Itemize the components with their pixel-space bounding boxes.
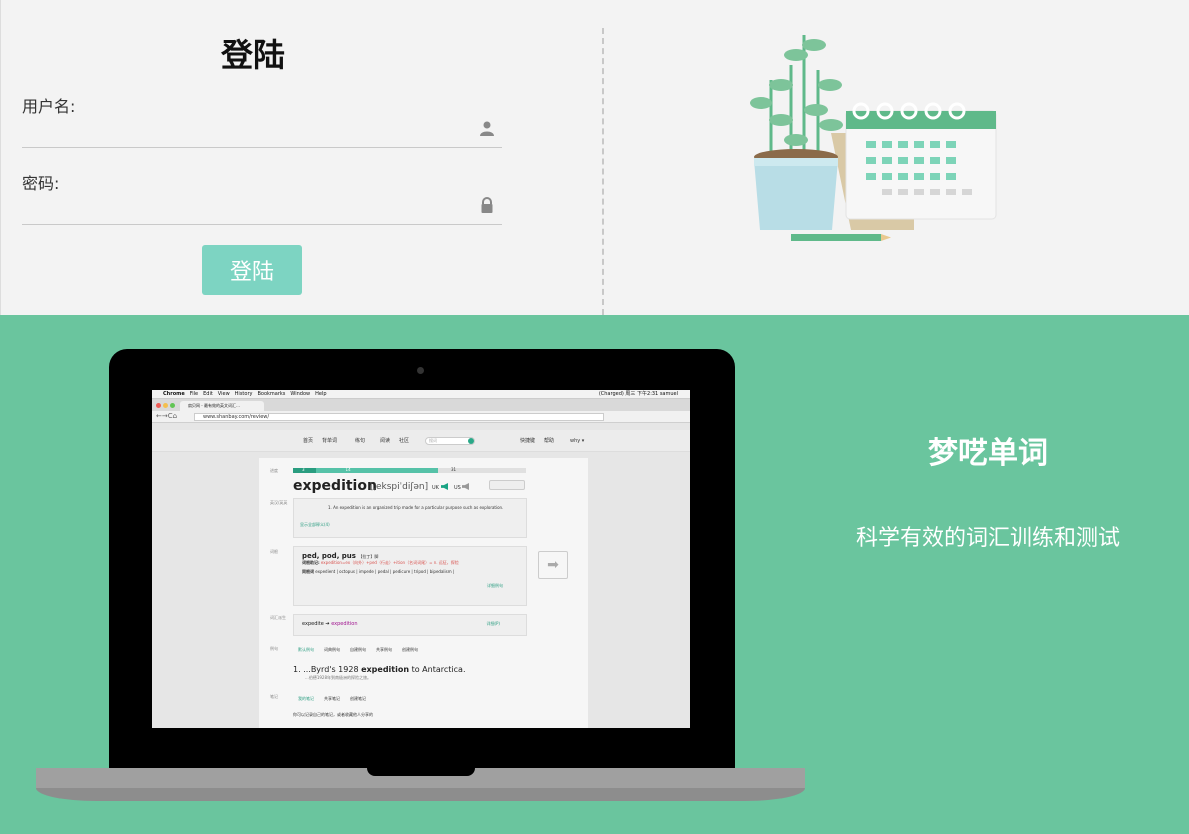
site-nav-item: 社区 xyxy=(399,438,410,444)
menubar-item: View xyxy=(217,391,230,397)
nav-arrows-icon: ←→C⌂ xyxy=(156,412,178,420)
progress-current: 14 xyxy=(315,467,439,473)
password-label: 密码: xyxy=(22,174,60,193)
note-tabs: 我的笔记 共享笔记 创建笔记 xyxy=(298,696,376,702)
menubar-item: History xyxy=(234,391,253,397)
example-word: expedition xyxy=(361,665,410,674)
site-nav-right: why ▾ xyxy=(570,438,585,444)
word-tools xyxy=(489,480,525,490)
login-button[interactable]: 登陆 xyxy=(202,245,302,295)
derivation-arrow-icon: ➔ xyxy=(325,621,330,627)
close-window-icon xyxy=(156,403,161,408)
same-root-words: expedient | octopus | impede | pedal | p… xyxy=(315,569,455,574)
site-nav-item: 阅读 xyxy=(380,438,391,444)
derivation-detail: 详细(P) xyxy=(486,621,500,626)
memo-label: 词根助记: xyxy=(302,560,320,565)
derivation-side-label: 词汇派生 xyxy=(270,615,286,620)
example-tab: 词典例句 xyxy=(324,647,340,652)
phonetic: [ˌekspiˈdiʃən] xyxy=(370,482,429,492)
example-tab: 共享例句 xyxy=(376,647,392,652)
definition-box: 1. An expedition is an organized trip ma… xyxy=(293,498,527,538)
example-sentence: 1. ...Byrd's 1928 expedition to Antarcti… xyxy=(293,665,465,674)
progress-bar: 3 14 31 xyxy=(293,467,526,473)
menubar-item: Window xyxy=(290,391,311,397)
example-tab: 创建例句 xyxy=(402,647,418,652)
menubar-item: Bookmarks xyxy=(257,391,286,397)
derivation-box: expedite ➔ expedition 详细(P) xyxy=(293,614,527,636)
menubar-item: Chrome xyxy=(163,391,185,397)
site-nav-item: 练句 xyxy=(355,438,366,444)
password-underline xyxy=(22,224,502,225)
definition-text: An expedition is an organized trip made … xyxy=(333,505,504,510)
next-word-button: ➡ xyxy=(538,551,568,579)
menubar-item: Edit xyxy=(203,391,213,397)
menubar-item: Help xyxy=(315,391,327,397)
app-tagline: 科学有效的词汇训练和测试 xyxy=(855,526,1120,551)
app-title: 梦呓单词 xyxy=(928,436,1048,471)
root-head: ped, pod, pus 【拉丁】脚 xyxy=(302,552,379,560)
section-divider xyxy=(602,28,604,315)
progress-total-num: 31 xyxy=(451,467,457,472)
progress-label: 进度 xyxy=(270,468,278,473)
url-field: www.shanbay.com/review/ xyxy=(194,413,604,421)
lock-icon xyxy=(481,197,493,213)
username-label: 用户名: xyxy=(22,97,76,116)
example-tab: 默认例句 xyxy=(298,647,314,652)
site-search-icon xyxy=(468,438,474,444)
laptop-notch xyxy=(367,768,475,776)
definition-side-label: 英汉/英英 xyxy=(270,500,288,505)
note-tab: 我的笔记 xyxy=(298,696,314,701)
username-underline xyxy=(22,147,502,148)
menubar-item: File xyxy=(189,391,199,397)
roots-side-label: 词根 xyxy=(270,549,278,554)
site-nav-item: 首页 xyxy=(303,438,314,444)
accent-us: US xyxy=(454,485,461,491)
site-nav: 首页 背单词 练句 阅读 社区 搜词 快捷键 帮助 why ▾ xyxy=(152,430,690,452)
browser-tabbar: 扇贝网 - 最有效的英文词汇… xyxy=(152,399,690,411)
review-word: expedition xyxy=(293,478,377,494)
derivation-to: expedition xyxy=(331,621,358,627)
maximize-window-icon xyxy=(170,403,175,408)
notes-side-label: 笔记 xyxy=(270,694,278,699)
username-input[interactable] xyxy=(22,117,472,143)
same-root-label: 同根词 xyxy=(302,569,314,574)
definition-number: 1. xyxy=(328,505,332,510)
derivation-from: expedite xyxy=(302,621,324,627)
plant-calendar-illustration xyxy=(750,35,997,241)
roots-box: ped, pod, pus 【拉丁】脚 词根助记: expedition=ex（… xyxy=(293,546,527,606)
memo-text: expedition=ex（向外）+ped（行走）+ition（名词词尾）= n… xyxy=(320,560,459,565)
example-translation: ...伯德1928年到南极洲的探险之旅。 xyxy=(305,675,371,680)
login-section: 登陆 用户名: 密码: 登陆 xyxy=(0,0,1189,315)
example-tab: 自建例句 xyxy=(350,647,366,652)
laptop-camera xyxy=(417,367,424,374)
minimize-window-icon xyxy=(163,403,168,408)
accent-uk: UK xyxy=(432,485,439,491)
roots-detail-link: 详细例句 xyxy=(487,583,503,588)
progress-current-num: 14 xyxy=(345,467,351,472)
laptop-base-edge xyxy=(36,788,805,801)
browser-addressbar: ←→C⌂ www.shanbay.com/review/ xyxy=(152,411,690,423)
menubar-status: (Charged) 周三 下午2:31 samuel xyxy=(598,391,678,397)
site-nav-right: 帮助 xyxy=(544,438,555,444)
note-tab: 共享笔记 xyxy=(324,696,340,701)
example-prefix: ...Byrd's 1928 xyxy=(303,665,359,674)
browser-tab: 扇贝网 - 最有效的英文词汇… xyxy=(180,401,264,411)
mac-menubar: Chrome File Edit View History Bookmarks Window… xyxy=(152,390,690,399)
site-nav-right: 快捷键 xyxy=(520,438,536,444)
examples-side-label: 例句 xyxy=(270,646,278,651)
example-tabs: 默认例句 词典例句 自建例句 共享例句 创建例句 xyxy=(298,647,428,653)
login-title: 登陆 xyxy=(220,36,285,74)
show-all-definitions: 显示全部释义(4) xyxy=(300,522,330,527)
user-icon xyxy=(480,121,494,136)
note-tab: 创建笔记 xyxy=(350,696,366,701)
example-number: 1. xyxy=(293,665,301,674)
progress-done-num: 3 xyxy=(302,467,305,472)
password-input[interactable] xyxy=(22,194,472,220)
laptop-screen: Chrome File Edit View History Bookmarks Window… xyxy=(152,390,690,728)
example-suffix: to Antarctica. xyxy=(411,665,466,674)
note-hint: 你可以记录自己的笔记，或者收藏他人分享的 xyxy=(293,712,373,717)
site-nav-item: 背单词 xyxy=(322,438,338,444)
progress-done: 3 xyxy=(293,467,316,473)
